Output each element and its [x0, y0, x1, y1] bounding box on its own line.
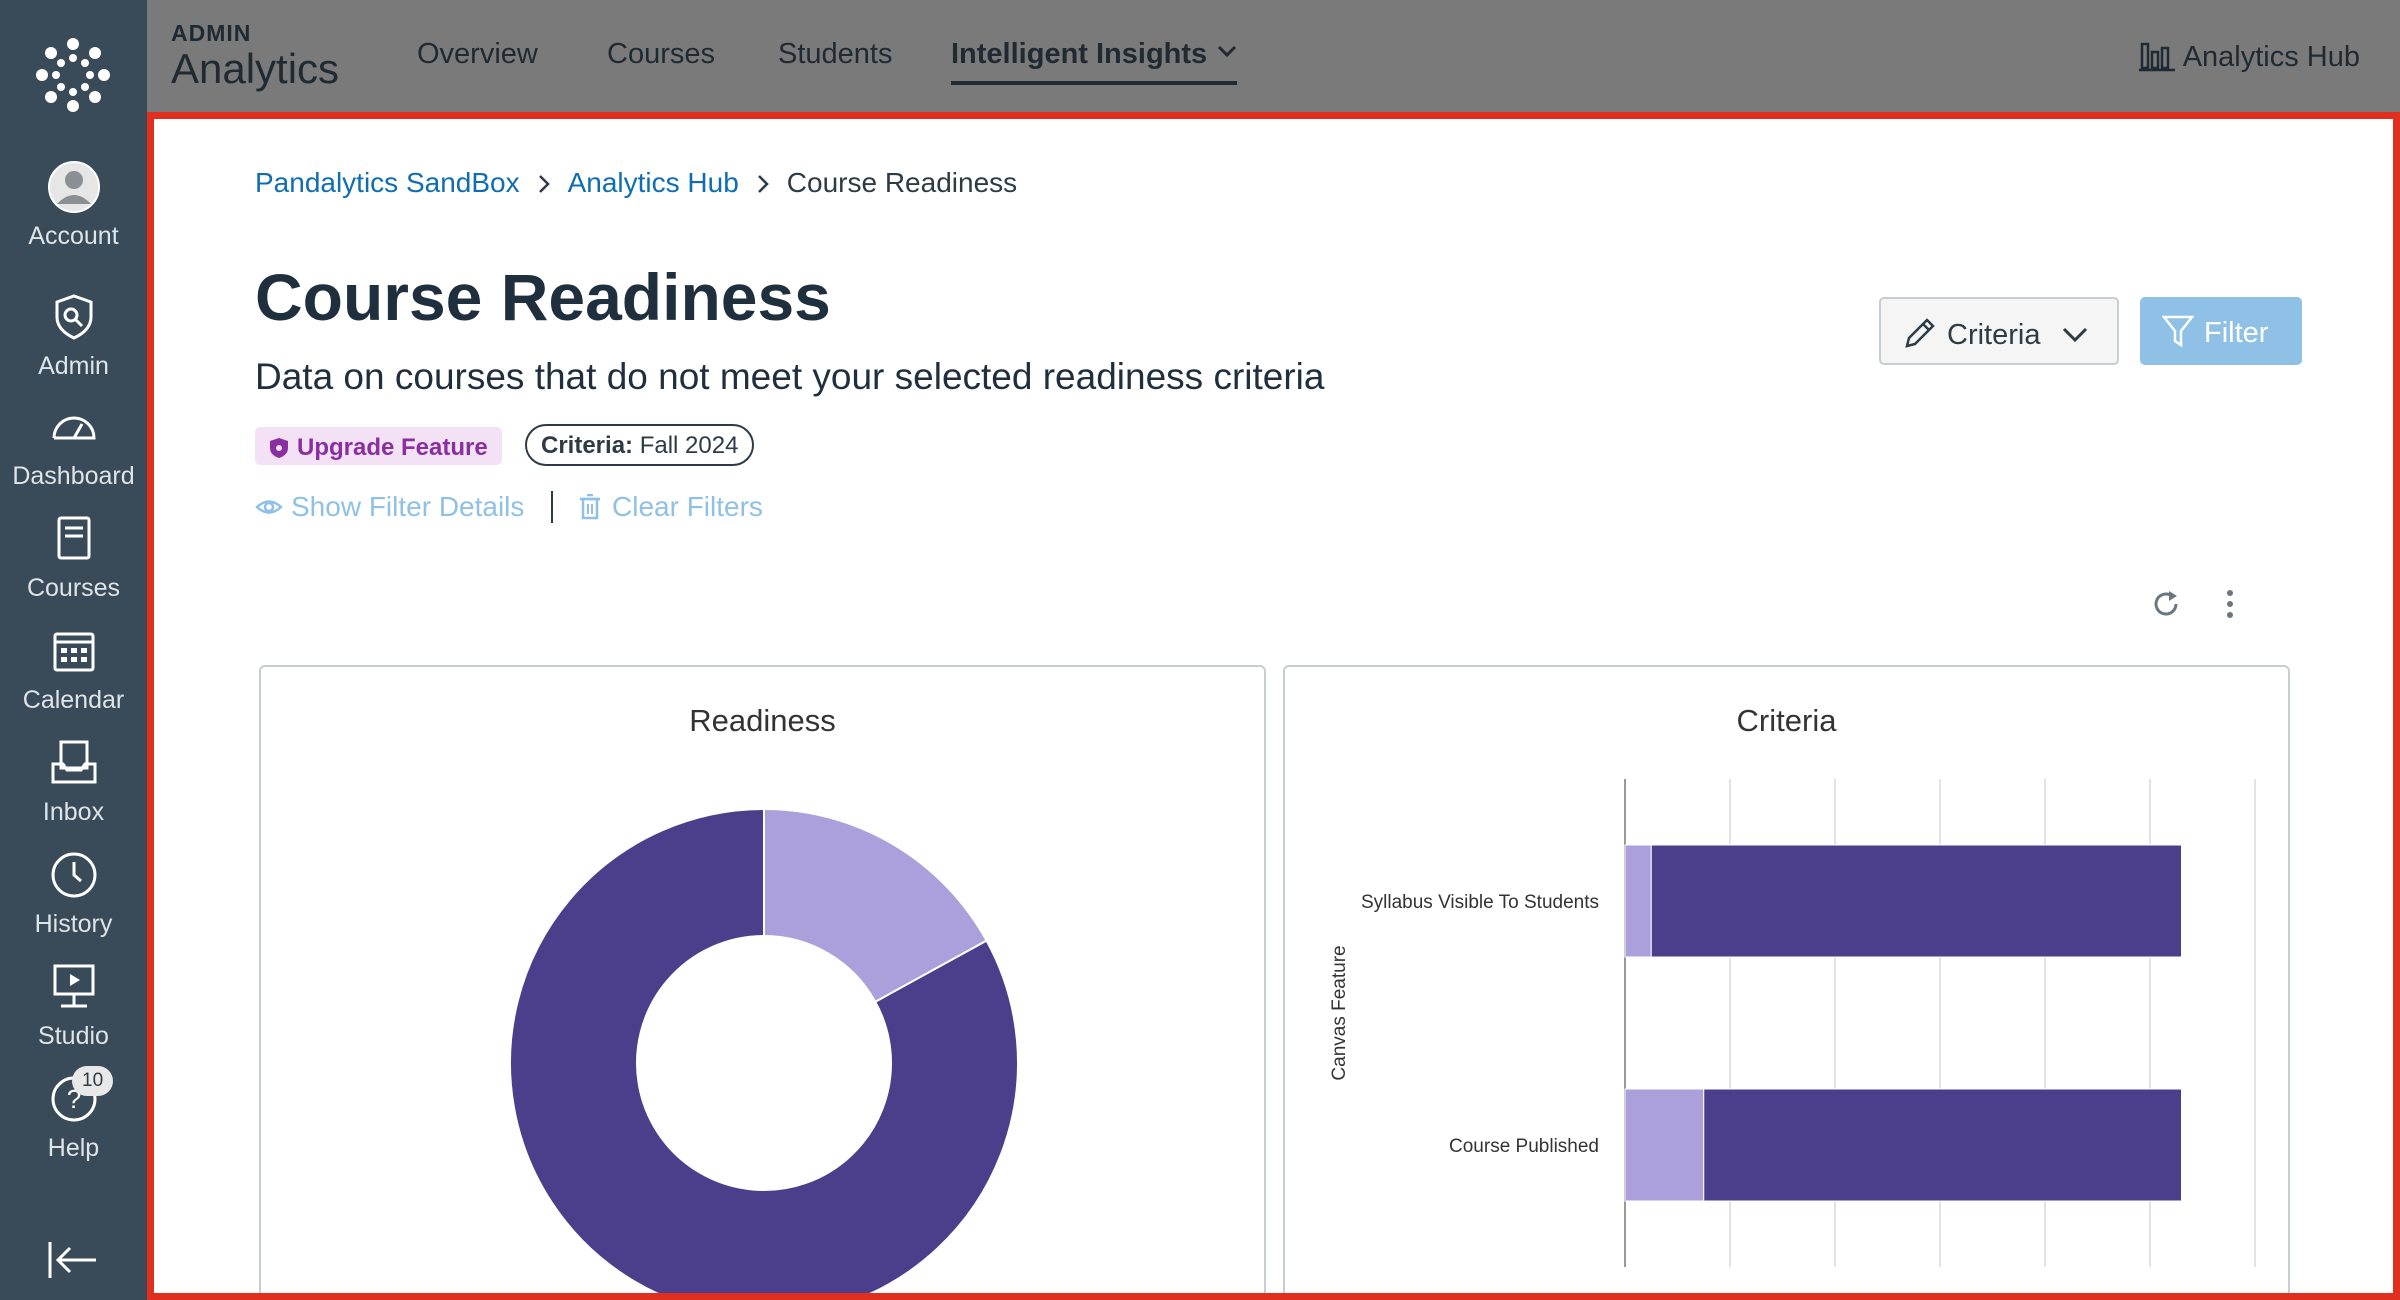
filter-button[interactable]: Filter — [2140, 297, 2302, 365]
breadcrumb-link-sandbox[interactable]: Pandalytics SandBox — [255, 167, 520, 198]
x-tick-label: 60 — [1929, 1293, 1950, 1300]
filter-icon — [2162, 315, 2194, 348]
courses-icon — [57, 516, 90, 560]
help-badge: 10 — [72, 1066, 114, 1096]
clear-filters-label: Clear Filters — [612, 491, 763, 522]
criteria-pill-label: Criteria: — [541, 432, 634, 459]
bar-chart-icon — [2138, 42, 2175, 72]
show-filter-details-label: Show Filter Details — [291, 491, 525, 522]
nav-label: Studio — [38, 1022, 109, 1050]
bar-segment[interactable] — [1703, 1088, 2182, 1202]
page-subtitle: Data on courses that do not meet your se… — [255, 356, 1325, 397]
criteria-button-label: Criteria — [1947, 319, 2041, 351]
nav-label: Help — [47, 1134, 100, 1162]
top-bar: ADMIN Analytics Overview Courses Student… — [147, 0, 2400, 112]
page-title: Course Readiness — [255, 260, 831, 334]
nav-label: Account — [28, 222, 119, 250]
nav-label: Admin — [38, 352, 109, 380]
breadcrumb-current: Course Readiness — [786, 167, 1018, 198]
main-content: Pandalytics SandBox Analytics Hub Course R… — [147, 112, 2400, 1300]
x-tick-label: 80 — [2034, 1293, 2055, 1300]
nav-label: Courses — [26, 574, 121, 602]
nav-item-studio[interactable]: Studio — [0, 960, 147, 1070]
chevron-right-icon — [538, 175, 550, 193]
readiness-chart-card: Readiness — [259, 665, 1266, 1293]
brand-small: ADMIN — [171, 20, 252, 46]
refresh-icon[interactable] — [2151, 589, 2181, 619]
x-tick-label: 120 — [2239, 1293, 2271, 1300]
tab-label: Intelligent Insights — [951, 38, 1208, 70]
breadcrumb: Pandalytics SandBox Analytics Hub Course R… — [255, 167, 1017, 199]
nav-item-history[interactable]: History — [0, 848, 147, 958]
criteria-pill: Criteria: Fall 2024 — [525, 424, 755, 466]
app-brand: ADMIN Analytics — [171, 20, 339, 93]
show-filter-details-link[interactable]: Show Filter Details — [255, 491, 524, 523]
nav-item-calendar[interactable]: Calendar — [0, 624, 147, 734]
eye-icon — [255, 500, 283, 514]
criteria-bar-chart: 0 20 40 60 80 100 120 Canvas Feature Syllabus Vi… — [1329, 779, 2271, 1300]
nav-label: History — [34, 910, 113, 938]
upgrade-feature-label: Upgrade Feature — [297, 434, 488, 461]
chevron-down-icon — [2063, 327, 2088, 343]
account-icon — [47, 161, 100, 213]
pencil-icon — [1905, 318, 1935, 348]
trash-icon — [580, 494, 600, 520]
nav-item-inbox[interactable]: Inbox — [0, 736, 147, 846]
upgrade-feature-badge[interactable]: Upgrade Feature — [255, 427, 502, 465]
category-label: Syllabus Visible To Students — [1361, 892, 1599, 913]
dashboard-icon — [52, 416, 96, 440]
nav-item-courses[interactable]: Courses — [0, 512, 147, 622]
collapse-nav-icon[interactable] — [46, 1238, 100, 1282]
studio-icon — [53, 964, 94, 1008]
bar-segment[interactable] — [1624, 1088, 1705, 1202]
nav-item-help[interactable]: ? 10 Help — [0, 1066, 147, 1182]
breadcrumb-link-analytics-hub[interactable]: Analytics Hub — [568, 167, 739, 198]
shield-icon — [270, 438, 288, 458]
x-tick-label: 40 — [1824, 1293, 1845, 1300]
y-axis-label: Canvas Feature — [1329, 945, 1350, 1080]
nav-label: Dashboard — [12, 462, 135, 490]
nav-item-dashboard[interactable]: Dashboard — [0, 400, 147, 510]
analytics-hub-label: Analytics Hub — [2182, 41, 2360, 73]
tab-intelligent-insights[interactable]: Intelligent Insights — [951, 38, 1238, 85]
readiness-donut-chart — [509, 807, 1019, 1293]
chevron-right-icon — [757, 175, 769, 193]
analytics-hub-link[interactable]: Analytics Hub — [2138, 38, 2360, 74]
nav-label: Inbox — [42, 798, 105, 826]
x-tick-label: 100 — [2134, 1293, 2166, 1300]
inbox-icon — [51, 740, 96, 784]
nav-item-admin[interactable]: Admin — [0, 290, 147, 400]
admin-icon — [55, 294, 92, 340]
link-divider — [551, 491, 553, 523]
tab-students[interactable]: Students — [778, 38, 892, 71]
brand-title: Analytics — [171, 45, 340, 92]
nav-label: Calendar — [22, 686, 125, 714]
criteria-chart-card: Criteria 020406080100120Canvas FeatureSy… — [1283, 665, 2290, 1300]
clear-filters-link[interactable]: Clear Filters — [576, 491, 763, 523]
nav-item-account[interactable]: Account — [0, 160, 147, 270]
x-tick-label: 20 — [1719, 1293, 1740, 1300]
calendar-icon — [53, 632, 94, 672]
category-label: Course Published — [1449, 1136, 1599, 1157]
criteria-pill-value: Fall 2024 — [639, 432, 739, 459]
bar-segment[interactable] — [1650, 844, 2182, 958]
criteria-button[interactable]: Criteria — [1879, 297, 2119, 365]
global-nav: Account Admin Dashboard Courses Calendar — [0, 0, 147, 1300]
chevron-down-icon — [1218, 45, 1237, 58]
tab-courses[interactable]: Courses — [607, 38, 715, 71]
more-options-icon[interactable] — [2224, 589, 2236, 619]
tab-overview[interactable]: Overview — [417, 38, 538, 71]
canvas-logo-icon[interactable] — [34, 36, 112, 114]
bar-segment[interactable] — [1624, 844, 1652, 958]
history-icon — [51, 852, 96, 898]
x-tick-label: 0 — [1620, 1293, 1631, 1300]
filter-button-label: Filter — [2204, 317, 2269, 349]
